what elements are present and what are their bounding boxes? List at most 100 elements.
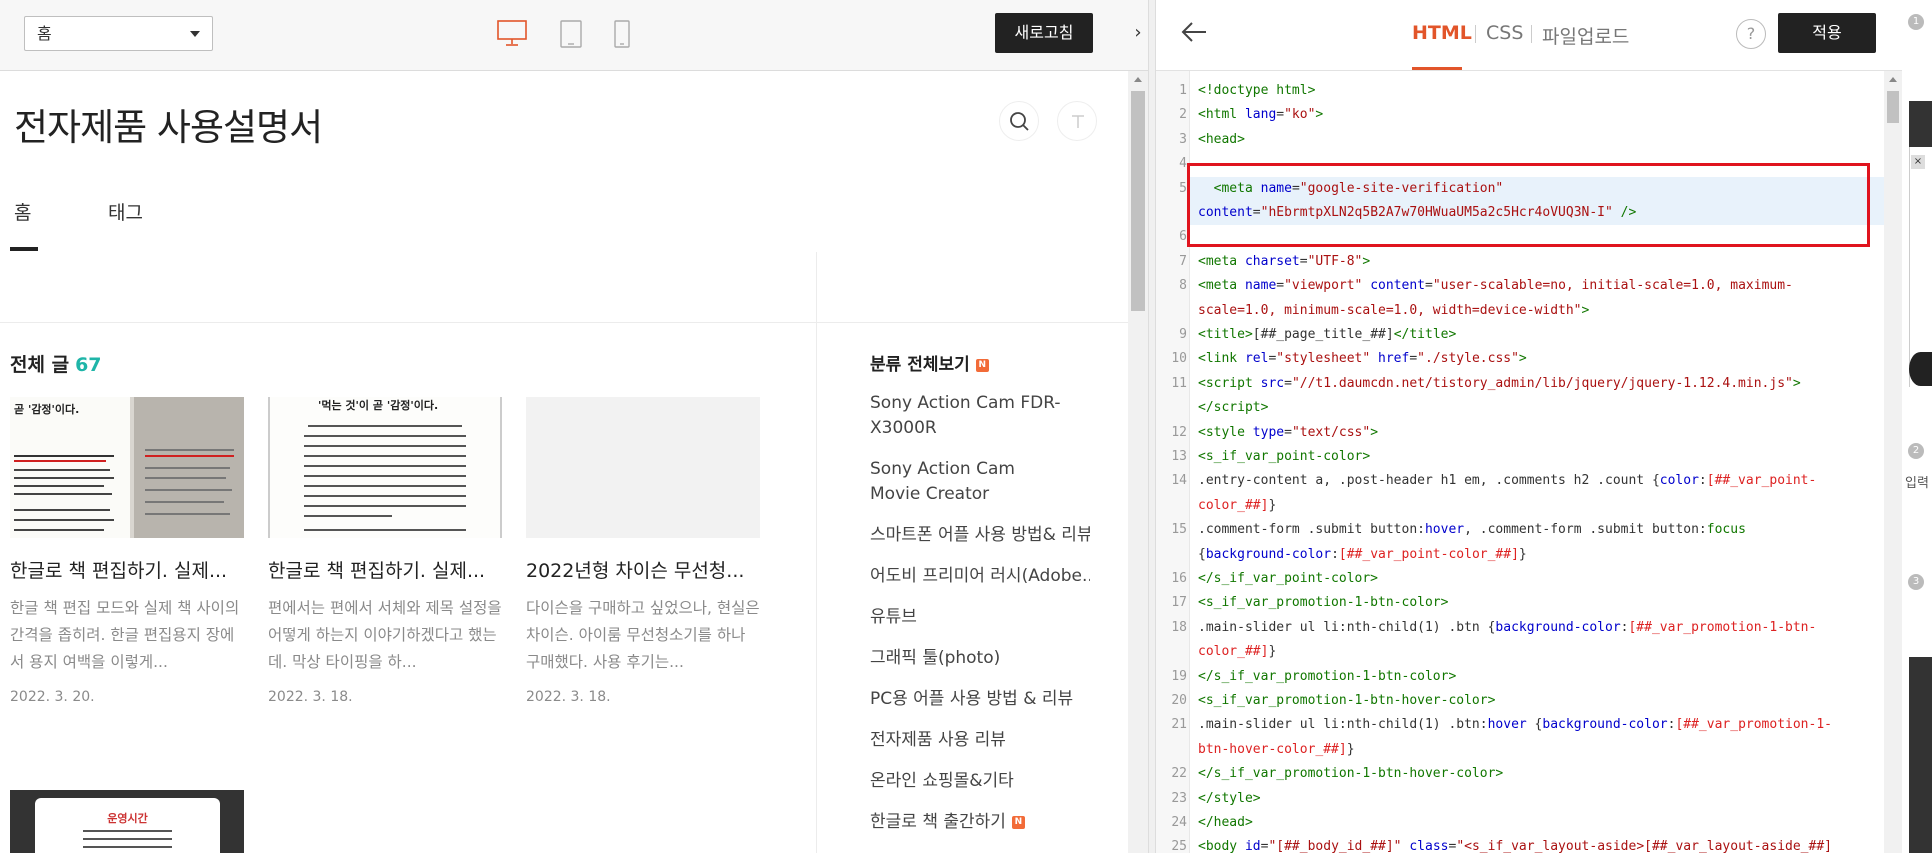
scroll-top-button[interactable] — [1057, 101, 1097, 141]
category-item[interactable]: PC용 어플 사용 방법 & 리뷰 — [870, 687, 1090, 712]
code-line[interactable]: 7 <meta charset="UTF-8"> — [1156, 250, 1884, 274]
scroll-up-arrow-icon[interactable] — [1889, 77, 1897, 82]
desktop-icon[interactable] — [497, 20, 527, 46]
code-text[interactable]: .comment-form .submit button:hover, .com… — [1198, 518, 1878, 542]
code-text[interactable]: color_##]} — [1198, 640, 1878, 664]
close-icon: × — [1911, 155, 1925, 169]
code-line[interactable]: 24 </head> — [1156, 811, 1884, 835]
tab-html[interactable]: HTML — [1412, 22, 1472, 44]
code-line[interactable]: 12 <style type="text/css"> — [1156, 421, 1884, 445]
category-item[interactable]: 그래픽 툴(photo) — [870, 646, 1090, 671]
code-line[interactable]: scale=1.0, minimum-scale=1.0, width=devi… — [1156, 299, 1884, 323]
code-text[interactable]: <style type="text/css"> — [1198, 421, 1878, 445]
code-line[interactable]: 15 .comment-form .submit button:hover, .c… — [1156, 518, 1884, 542]
code-text[interactable]: <meta charset="UTF-8"> — [1198, 250, 1878, 274]
code-line[interactable]: 13 <s_if_var_point-color> — [1156, 445, 1884, 469]
code-line[interactable]: 23 </style> — [1156, 787, 1884, 811]
code-text[interactable]: </s_if_var_promotion-1-btn-color> — [1198, 665, 1878, 689]
code-line[interactable]: 17 <s_if_var_promotion-1-btn-color> — [1156, 591, 1884, 615]
category-all-link[interactable]: 분류 전체보기 N — [870, 350, 989, 375]
code-text[interactable]: <s_if_var_point-color> — [1198, 445, 1878, 469]
code-text[interactable]: </style> — [1198, 787, 1878, 811]
post-card[interactable]: 곧 '감정'이다. 한글로 책 편집하기. 실제... 한글 책 편집 모드와 … — [10, 397, 244, 705]
category-item[interactable]: 어도비 프리미어 러시(Adobe... — [870, 564, 1090, 589]
code-text[interactable]: <!doctype html> — [1198, 79, 1878, 103]
tab-css[interactable]: CSS — [1486, 22, 1523, 44]
code-line[interactable]: {background-color:[##_var_point-color_##… — [1156, 543, 1884, 567]
code-text[interactable]: scale=1.0, minimum-scale=1.0, width=devi… — [1198, 299, 1878, 323]
post-card[interactable]: '먹는 것'이 곧 '감정'이다. 한글로 책 편집하기. 실제... 편에서는… — [268, 397, 502, 705]
code-line[interactable]: 16 </s_if_var_point-color> — [1156, 567, 1884, 591]
arrow-left-icon[interactable] — [1180, 18, 1208, 46]
category-item[interactable]: Sony Action Cam Movie Creator — [870, 457, 1070, 507]
code-text[interactable]: <title>[##_page_title_##]</title> — [1198, 323, 1878, 347]
post-title[interactable]: 2022년형 차이슨 무선청... — [526, 556, 760, 583]
category-item[interactable]: 스마트폰 어플 사용 방법& 리뷰 — [870, 523, 1090, 548]
category-item[interactable]: Sony Action Cam FDR-X3000R — [870, 391, 1070, 441]
pane-splitter[interactable] — [1148, 0, 1156, 853]
code-text[interactable]: </s_if_var_promotion-1-btn-hover-color> — [1198, 762, 1878, 786]
code-line[interactable]: 9 <title>[##_page_title_##]</title> — [1156, 323, 1884, 347]
code-line[interactable]: 20 <s_if_var_promotion-1-btn-hover-color> — [1156, 689, 1884, 713]
question-icon[interactable]: ? — [1736, 19, 1766, 49]
code-text[interactable]: <html lang="ko"> — [1198, 103, 1878, 127]
code-line[interactable]: color_##]} — [1156, 640, 1884, 664]
refresh-button[interactable]: 새로고침 — [995, 13, 1093, 53]
post-card[interactable]: 운영시간 — [10, 790, 244, 853]
tab-home[interactable]: 홈 — [14, 198, 31, 225]
post-title[interactable]: 한글로 책 편집하기. 실제... — [10, 556, 244, 583]
code-text[interactable]: <s_if_var_promotion-1-btn-color> — [1198, 591, 1878, 615]
code-line[interactable]: 1 <!doctype html> — [1156, 79, 1884, 103]
code-line[interactable]: </script> — [1156, 396, 1884, 420]
code-text[interactable]: color_##]} — [1198, 494, 1878, 518]
code-line[interactable]: btn-hover-color_##]} — [1156, 738, 1884, 762]
line-number: 8 — [1179, 278, 1187, 294]
code-line[interactable]: 22 </s_if_var_promotion-1-btn-hover-color… — [1156, 762, 1884, 786]
post-card[interactable]: 2022년형 차이슨 무선청... 다이슨을 구매하고 싶었으나, 현실은 차이… — [526, 397, 760, 705]
category-item[interactable]: 온라인 쇼핑몰&기타 — [870, 769, 1090, 794]
code-text[interactable]: btn-hover-color_##]} — [1198, 738, 1878, 762]
tab-tags[interactable]: 태그 — [108, 198, 143, 225]
search-button[interactable] — [999, 101, 1039, 141]
code-line[interactable]: 19 </s_if_var_promotion-1-btn-color> — [1156, 665, 1884, 689]
code-text[interactable]: <body id="[##_body_id_##]" class="<s_if_… — [1198, 835, 1878, 853]
code-text[interactable]: .main-slider ul li:nth-child(1) .btn {ba… — [1198, 616, 1878, 640]
code-text[interactable]: .main-slider ul li:nth-child(1) .btn:hov… — [1198, 713, 1878, 737]
blog-title[interactable]: 전자제품 사용설명서 — [14, 97, 323, 151]
code-text[interactable]: <meta name="viewport" content="user-scal… — [1198, 274, 1878, 298]
code-line[interactable]: 11 <script src="//t1.daumcdn.net/tistory_… — [1156, 372, 1884, 396]
preview-scrollbar[interactable] — [1128, 71, 1148, 853]
code-text[interactable]: <head> — [1198, 128, 1878, 152]
mobile-icon[interactable] — [614, 20, 630, 48]
code-text[interactable]: {background-color:[##_var_point-color_##… — [1198, 543, 1878, 567]
scrollbar-thumb[interactable] — [1887, 91, 1899, 123]
code-text[interactable]: <s_if_var_promotion-1-btn-hover-color> — [1198, 689, 1878, 713]
category-item[interactable]: 한글로 책 출간하기 N — [870, 810, 1090, 835]
category-item[interactable]: 전자제품 사용 리뷰 — [870, 728, 1090, 753]
code-text[interactable]: </script> — [1198, 396, 1878, 420]
tab-file-upload[interactable]: 파일업로드 — [1542, 22, 1629, 49]
code-line[interactable]: 8 <meta name="viewport" content="user-sca… — [1156, 274, 1884, 298]
code-line[interactable]: 2 <html lang="ko"> — [1156, 103, 1884, 127]
code-line[interactable]: 10 <link rel="stylesheet" href="./style.c… — [1156, 347, 1884, 371]
code-text[interactable]: .entry-content a, .post-header h1 em, .c… — [1198, 469, 1878, 493]
post-title[interactable]: 한글로 책 편집하기. 실제... — [268, 556, 502, 583]
code-line[interactable]: 14 .entry-content a, .post-header h1 em, … — [1156, 469, 1884, 493]
editor-scrollbar[interactable] — [1884, 71, 1902, 853]
apply-button[interactable]: 적용 — [1778, 13, 1876, 53]
code-line[interactable]: 3 <head> — [1156, 128, 1884, 152]
code-line[interactable]: 21 .main-slider ul li:nth-child(1) .btn:h… — [1156, 713, 1884, 737]
code-text[interactable]: </head> — [1198, 811, 1878, 835]
scrollbar-thumb[interactable] — [1131, 91, 1145, 311]
code-line[interactable]: 18 .main-slider ul li:nth-child(1) .btn {… — [1156, 616, 1884, 640]
code-text[interactable]: <script src="//t1.daumcdn.net/tistory_ad… — [1198, 372, 1878, 396]
scroll-up-arrow-icon[interactable] — [1134, 77, 1142, 82]
line-number: 22 — [1171, 766, 1187, 782]
code-text[interactable]: </s_if_var_point-color> — [1198, 567, 1878, 591]
code-line[interactable]: 25 <body id="[##_body_id_##]" class="<s_i… — [1156, 835, 1884, 853]
tablet-icon[interactable] — [560, 20, 582, 48]
code-text[interactable]: <link rel="stylesheet" href="./style.css… — [1198, 347, 1878, 371]
code-line[interactable]: color_##]} — [1156, 494, 1884, 518]
category-item[interactable]: 유튜브 — [870, 605, 1090, 630]
page-select[interactable]: 홈 — [24, 16, 213, 51]
